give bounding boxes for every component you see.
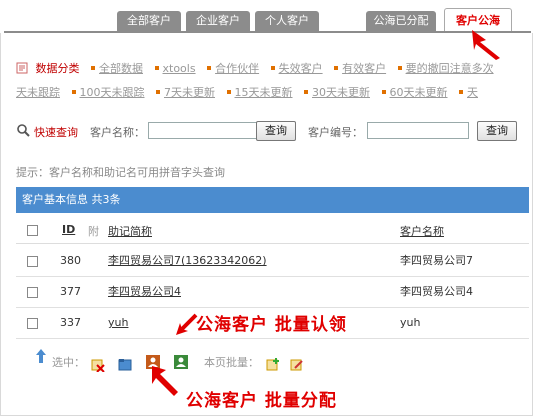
batch-delete-icon[interactable] xyxy=(91,358,105,372)
page-batch-add-icon[interactable] xyxy=(266,357,280,371)
row-checkbox[interactable] xyxy=(27,287,38,298)
search-hint: 提示：客户名称和助记名可用拼音字头查询 xyxy=(16,166,225,179)
quick-search-title: 快速查询 xyxy=(34,126,78,139)
row-customer-name: 李四贸易公司4 xyxy=(400,285,473,298)
category-100-days-untracked[interactable]: 100天未跟踪 xyxy=(80,86,145,99)
customer-id-input[interactable] xyxy=(367,122,469,139)
row-customer-name: yuh xyxy=(400,316,421,329)
category-partners[interactable]: 合作伙伴 xyxy=(215,62,259,75)
category-15-days-unupdated[interactable]: 15天未更新 xyxy=(235,86,293,99)
search-name-button[interactable]: 查询 xyxy=(256,121,296,141)
annotation-batch-claim: 公海客户 批量认领 xyxy=(196,315,347,335)
category-30-days-unupdated[interactable]: 30天未更新 xyxy=(312,86,370,99)
search-icon xyxy=(17,124,30,137)
claim-arrow-annotation xyxy=(176,313,198,335)
row-id: 380 xyxy=(60,254,81,267)
row-id: 337 xyxy=(60,316,81,329)
annotation-batch-assign: 公海客户 批量分配 xyxy=(186,391,337,411)
page-batch-label: 本页批量： xyxy=(204,356,259,369)
assign-arrow-annotation xyxy=(152,366,178,396)
category-xtools[interactable]: xtools xyxy=(163,62,196,75)
row-id: 377 xyxy=(60,285,81,298)
col-short-name[interactable]: 助记简称 xyxy=(108,223,152,239)
category-untracked[interactable]: 天未跟踪 xyxy=(16,86,60,99)
table-column-header: ID 附 助记简称 客户名称 xyxy=(16,219,529,244)
select-all-checkbox[interactable] xyxy=(27,225,38,236)
row-checkbox[interactable] xyxy=(27,318,38,329)
category-all-data[interactable]: 全部数据 xyxy=(99,62,143,75)
select-up-arrow-icon xyxy=(36,349,46,363)
page-batch-edit-icon[interactable] xyxy=(290,357,304,371)
tab-public-pool-assigned[interactable]: 公海已分配 xyxy=(366,11,436,31)
category-row-2: 天未跟踪 100天未跟踪 7天未更新 15天未更新 30天未更新 60天未更新 … xyxy=(16,84,478,100)
customer-name-label: 客户名称： xyxy=(90,126,145,139)
tab-enterprise-customers[interactable]: 企业客户 xyxy=(186,11,250,31)
category-title: 数据分类 xyxy=(35,62,80,75)
customer-id-label: 客户编号： xyxy=(308,126,363,139)
batch-action-bar: 选中： 本页批量： xyxy=(16,348,529,372)
table-row[interactable]: 377 李四贸易公司4 李四贸易公司4 xyxy=(16,277,529,308)
row-customer-name: 李四贸易公司7 xyxy=(400,254,473,267)
category-7-days-unupdated[interactable]: 7天未更新 xyxy=(164,86,215,99)
customer-name-input[interactable] xyxy=(148,122,267,139)
col-attachment: 附 xyxy=(88,225,99,238)
tab-strip: 全部客户 企业客户 个人客户 公海已分配 客户公海 xyxy=(0,0,535,33)
arrow-to-tab-annotation xyxy=(472,30,500,60)
batch-move-folder-icon[interactable] xyxy=(118,357,132,371)
category-valid-customers[interactable]: 有效客户 xyxy=(342,62,386,75)
category-icon xyxy=(16,62,28,74)
table-header-bar: 客户基本信息 共3条 xyxy=(16,187,529,213)
tab-individual-customers[interactable]: 个人客户 xyxy=(255,11,319,31)
row-short-name-link[interactable]: 李四贸易公司4 xyxy=(108,277,181,307)
table-title: 客户基本信息 共3条 xyxy=(22,193,121,206)
row-checkbox[interactable] xyxy=(27,256,38,267)
col-customer-name[interactable]: 客户名称 xyxy=(400,223,444,239)
search-id-button[interactable]: 查询 xyxy=(477,121,517,141)
category-more[interactable]: 天 xyxy=(467,86,478,99)
tab-all-customers[interactable]: 全部客户 xyxy=(117,11,181,31)
row-short-name-link[interactable]: yuh xyxy=(108,308,128,338)
selected-label: 选中： xyxy=(52,356,85,369)
row-short-name-link[interactable]: 李四贸易公司7(13623342062) xyxy=(108,246,267,276)
category-invalid-customers[interactable]: 失效客户 xyxy=(279,62,323,75)
tab-underline xyxy=(4,31,531,33)
category-row-1: 数据分类 全部数据 xtools 合作伙伴 失效客户 有效客户 要的撤回注意多次 xyxy=(16,60,494,76)
table-row[interactable]: 380 李四贸易公司7(13623342062) 李四贸易公司7 xyxy=(16,246,529,277)
category-60-days-unupdated[interactable]: 60天未更新 xyxy=(390,86,448,99)
category-other[interactable]: 要的撤回注意多次 xyxy=(406,62,494,75)
col-id[interactable]: ID xyxy=(62,223,75,236)
